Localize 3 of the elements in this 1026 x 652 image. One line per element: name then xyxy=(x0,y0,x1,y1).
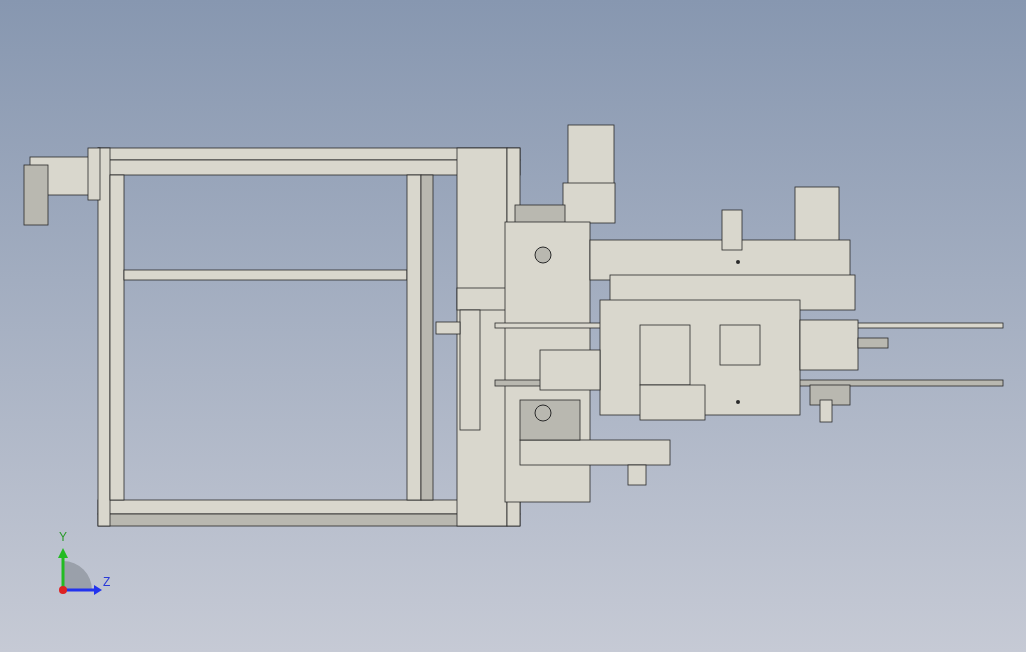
axis-label: Y xyxy=(59,531,67,543)
axis-triad-drawing xyxy=(58,548,102,595)
axis-label: Z xyxy=(103,576,111,588)
